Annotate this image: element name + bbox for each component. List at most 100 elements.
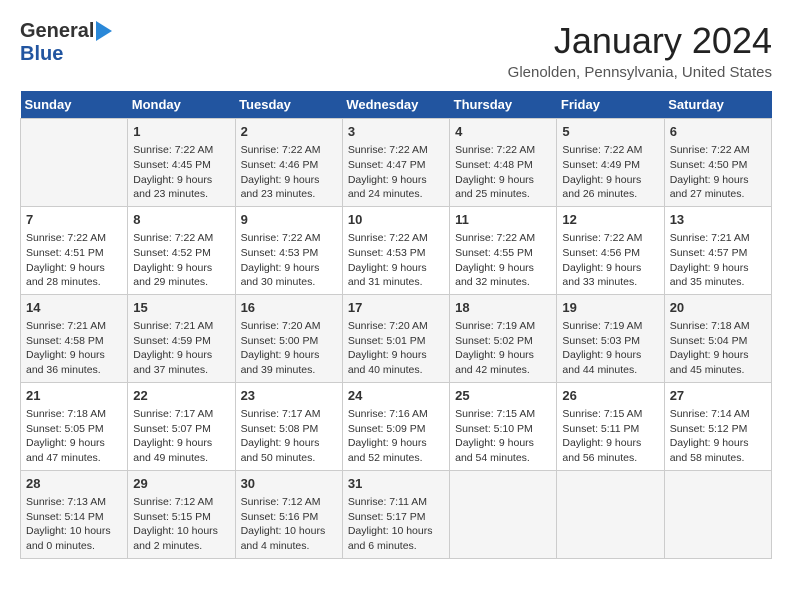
day-info: Sunset: 5:02 PM <box>455 334 551 349</box>
day-info: Sunrise: 7:22 AM <box>133 143 229 158</box>
day-info: Daylight: 9 hours <box>455 436 551 451</box>
day-cell: 26Sunrise: 7:15 AMSunset: 5:11 PMDayligh… <box>557 382 664 470</box>
day-info: Sunset: 4:59 PM <box>133 334 229 349</box>
day-info: and 54 minutes. <box>455 451 551 466</box>
day-info: and 56 minutes. <box>562 451 658 466</box>
week-row-4: 21Sunrise: 7:18 AMSunset: 5:05 PMDayligh… <box>21 382 772 470</box>
day-info: and 47 minutes. <box>26 451 122 466</box>
day-info: Sunrise: 7:19 AM <box>562 319 658 334</box>
day-number: 14 <box>26 299 122 317</box>
day-number: 25 <box>455 387 551 405</box>
day-info: Daylight: 9 hours <box>348 173 444 188</box>
day-number: 8 <box>133 211 229 229</box>
day-info: Sunset: 5:17 PM <box>348 510 444 525</box>
day-info: Sunrise: 7:11 AM <box>348 495 444 510</box>
day-number: 10 <box>348 211 444 229</box>
day-info: Sunset: 4:58 PM <box>26 334 122 349</box>
day-info: Sunset: 5:01 PM <box>348 334 444 349</box>
day-number: 31 <box>348 475 444 493</box>
day-cell: 20Sunrise: 7:18 AMSunset: 5:04 PMDayligh… <box>664 294 771 382</box>
day-cell: 9Sunrise: 7:22 AMSunset: 4:53 PMDaylight… <box>235 206 342 294</box>
day-info: Sunrise: 7:21 AM <box>133 319 229 334</box>
day-info: Sunrise: 7:22 AM <box>241 143 337 158</box>
day-number: 19 <box>562 299 658 317</box>
day-number: 13 <box>670 211 766 229</box>
day-info: Sunrise: 7:21 AM <box>670 231 766 246</box>
day-info: Sunset: 4:53 PM <box>241 246 337 261</box>
day-info: and 25 minutes. <box>455 187 551 202</box>
day-info: Sunset: 5:14 PM <box>26 510 122 525</box>
day-info: Daylight: 9 hours <box>133 173 229 188</box>
header-wednesday: Wednesday <box>342 91 449 119</box>
day-cell <box>664 470 771 558</box>
day-info: Sunset: 5:16 PM <box>241 510 337 525</box>
day-number: 20 <box>670 299 766 317</box>
day-cell: 18Sunrise: 7:19 AMSunset: 5:02 PMDayligh… <box>450 294 557 382</box>
day-info: Sunset: 4:47 PM <box>348 158 444 173</box>
day-number: 1 <box>133 123 229 141</box>
day-cell: 19 Sunrise: 7:19 AMSunset: 5:03 PMDayligh… <box>557 294 664 382</box>
day-number: 28 <box>26 475 122 493</box>
day-number: 11 <box>455 211 551 229</box>
day-info: Sunrise: 7:22 AM <box>26 231 122 246</box>
day-number: 3 <box>348 123 444 141</box>
day-cell: 22Sunrise: 7:17 AMSunset: 5:07 PMDayligh… <box>128 382 235 470</box>
day-info: and 52 minutes. <box>348 451 444 466</box>
title-section: January 2024 Glenolden, Pennsylvania, Un… <box>508 20 772 81</box>
day-cell <box>450 470 557 558</box>
day-info: Daylight: 9 hours <box>562 348 658 363</box>
header-monday: Monday <box>128 91 235 119</box>
day-info: Sunrise: 7:16 AM <box>348 407 444 422</box>
day-info: Sunrise: 7:22 AM <box>562 231 658 246</box>
day-info: Sunrise: 7:17 AM <box>133 407 229 422</box>
day-number: 26 <box>562 387 658 405</box>
day-info: and 0 minutes. <box>26 539 122 554</box>
day-info: Sunrise: 7:15 AM <box>455 407 551 422</box>
day-info: and 4 minutes. <box>241 539 337 554</box>
day-number: 9 <box>241 211 337 229</box>
day-info: Sunset: 5:10 PM <box>455 422 551 437</box>
day-info: Daylight: 9 hours <box>348 261 444 276</box>
day-number: 30 <box>241 475 337 493</box>
day-number: 7 <box>26 211 122 229</box>
day-info: and 29 minutes. <box>133 275 229 290</box>
calendar-table: SundayMondayTuesdayWednesdayThursdayFrid… <box>20 91 772 559</box>
logo-general: General <box>20 20 94 43</box>
day-info: Sunset: 4:57 PM <box>670 246 766 261</box>
day-cell: 8Sunrise: 7:22 AMSunset: 4:52 PMDaylight… <box>128 206 235 294</box>
day-number: 23 <box>241 387 337 405</box>
day-info: and 39 minutes. <box>241 363 337 378</box>
day-cell: 7Sunrise: 7:22 AMSunset: 4:51 PMDaylight… <box>21 206 128 294</box>
day-number: 21 <box>26 387 122 405</box>
logo-arrow-icon <box>96 21 112 41</box>
day-info: Sunset: 4:53 PM <box>348 246 444 261</box>
day-info: Sunset: 5:09 PM <box>348 422 444 437</box>
day-cell: 2Sunrise: 7:22 AMSunset: 4:46 PMDaylight… <box>235 119 342 207</box>
day-info: Sunrise: 7:22 AM <box>241 231 337 246</box>
day-cell: 11Sunrise: 7:22 AMSunset: 4:55 PMDayligh… <box>450 206 557 294</box>
logo: General Blue <box>20 20 112 66</box>
day-info: and 32 minutes. <box>455 275 551 290</box>
day-cell: 12Sunrise: 7:22 AMSunset: 4:56 PMDayligh… <box>557 206 664 294</box>
day-info: Sunset: 4:48 PM <box>455 158 551 173</box>
week-row-3: 14 Sunrise: 7:21 AM Sunset: 4:58 PM Dayligh… <box>21 294 772 382</box>
month-title: January 2024 <box>508 20 772 62</box>
day-info: and 58 minutes. <box>670 451 766 466</box>
day-info: Sunset: 5:03 PM <box>562 334 658 349</box>
day-info: and 28 minutes. <box>26 275 122 290</box>
day-cell: 24Sunrise: 7:16 AMSunset: 5:09 PMDayligh… <box>342 382 449 470</box>
day-info: Sunset: 4:55 PM <box>455 246 551 261</box>
day-info: Sunrise: 7:22 AM <box>455 143 551 158</box>
day-number: 27 <box>670 387 766 405</box>
day-number: 29 <box>133 475 229 493</box>
day-info: and 35 minutes. <box>670 275 766 290</box>
day-info: Sunrise: 7:22 AM <box>133 231 229 246</box>
day-info: Sunrise: 7:12 AM <box>241 495 337 510</box>
day-number: 22 <box>133 387 229 405</box>
day-cell: 30Sunrise: 7:12 AMSunset: 5:16 PMDayligh… <box>235 470 342 558</box>
day-cell: 16Sunrise: 7:20 AMSunset: 5:00 PMDayligh… <box>235 294 342 382</box>
day-info: Sunset: 5:04 PM <box>670 334 766 349</box>
day-info: Sunset: 5:08 PM <box>241 422 337 437</box>
day-info: Sunset: 4:52 PM <box>133 246 229 261</box>
day-info: and 30 minutes. <box>241 275 337 290</box>
